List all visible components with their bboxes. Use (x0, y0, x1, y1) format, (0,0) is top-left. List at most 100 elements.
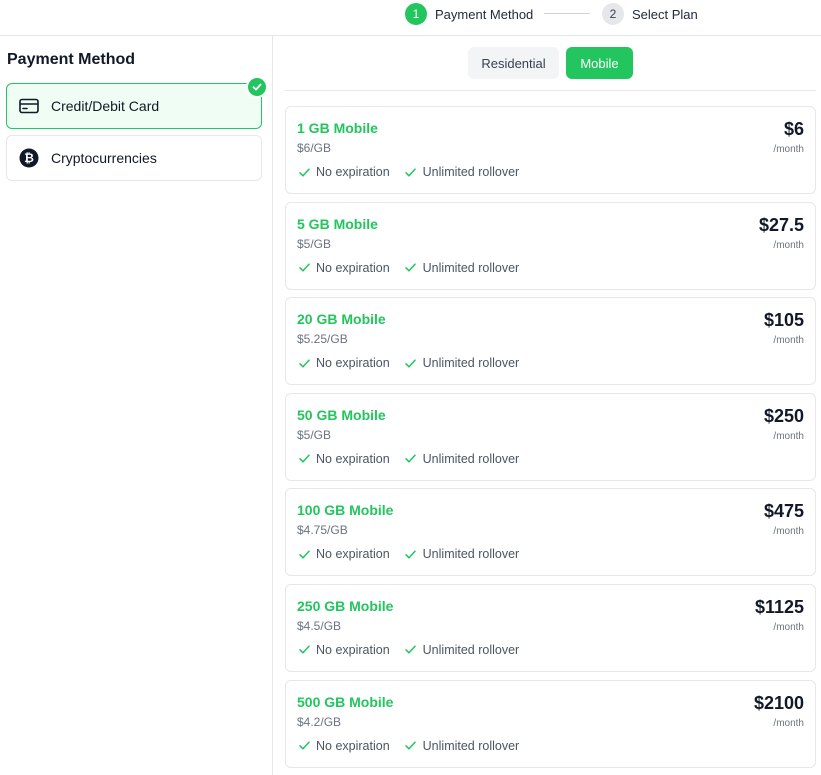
feature-text: Unlimited rollover (422, 165, 520, 179)
feature-item: No expiration (297, 643, 390, 657)
plan-features: No expiration Unlimited rollover (297, 547, 533, 561)
plan-rate: $5/GB (297, 427, 332, 442)
check-icon (297, 739, 311, 753)
plan-period: /month (773, 430, 804, 442)
feature-text: No expiration (316, 547, 390, 562)
feature-item: No expiration (297, 739, 390, 753)
check-icon (297, 452, 311, 466)
step-number: 1 (405, 3, 427, 25)
plan-name: 20 GB Mobile (297, 311, 386, 328)
step-connector (544, 13, 590, 14)
step-label: Payment Method (435, 6, 534, 22)
plan-features: No expiration Unlimited rollover (297, 356, 533, 370)
plan-name: 500 GB Mobile (297, 693, 394, 710)
feature-text: Unlimited rollover (422, 260, 520, 275)
check-icon (297, 356, 311, 370)
plan-name: 5 GB Mobile (297, 215, 378, 232)
divider (285, 90, 816, 91)
feature-text: Unlimited rollover (422, 738, 520, 753)
plan-name: 50 GB Mobile (297, 406, 386, 423)
check-icon (404, 356, 418, 370)
feature-text: Unlimited rollover (422, 451, 520, 466)
check-icon (404, 547, 418, 561)
plan-period: /month (773, 621, 804, 633)
plan-list: 1 GB Mobile $6/GB No expiration Unlimite… (285, 106, 816, 775)
feature-item: No expiration (297, 547, 390, 561)
check-icon (404, 165, 418, 179)
feature-item: Unlimited rollover (404, 356, 520, 371)
plan-card[interactable]: 5 GB Mobile $5/GB No expiration Unlimite… (285, 201, 816, 290)
plan-features: No expiration Unlimited rollover (297, 643, 533, 657)
check-icon (404, 452, 418, 466)
plan-name: 1 GB Mobile (297, 120, 378, 136)
plan-rate: $4.75/GB (297, 523, 348, 538)
plan-rate: $6/GB (297, 141, 332, 155)
feature-text: No expiration (316, 356, 390, 371)
feature-text: No expiration (316, 738, 390, 753)
plan-price: $105 (763, 310, 804, 331)
step-label: Select Plan (632, 6, 698, 22)
feature-text: No expiration (316, 260, 390, 275)
feature-item: No expiration (297, 452, 390, 466)
check-icon (404, 261, 418, 275)
payment-method-panel: Payment Method Credit/Debit Card ₿ Crypt… (0, 36, 273, 775)
plan-card[interactable]: 20 GB Mobile $5.25/GB No expiration Unli… (285, 297, 816, 386)
feature-item: No expiration (297, 165, 390, 179)
tab-residential[interactable]: Residential (468, 47, 559, 79)
plan-name: 250 GB Mobile (297, 597, 394, 614)
plan-rate: $5/GB (297, 236, 332, 251)
plan-price: $6 (783, 119, 804, 139)
selected-check-icon (246, 76, 268, 98)
plan-card[interactable]: 250 GB Mobile $4.5/GB No expiration Unli… (285, 583, 816, 672)
stepper: 1 Payment Method 2 Select Plan (0, 0, 821, 36)
payment-option-label: Cryptocurrencies (51, 150, 157, 166)
feature-text: Unlimited rollover (422, 642, 520, 657)
plan-rate: $4.2/GB (297, 714, 342, 729)
plan-card[interactable]: 50 GB Mobile $5/GB No expiration Unlimit… (285, 392, 816, 481)
feature-text: No expiration (316, 642, 390, 657)
feature-item: Unlimited rollover (404, 642, 520, 657)
plan-card[interactable]: 500 GB Mobile $4.2/GB No expiration Unli… (285, 679, 816, 768)
payment-method-title: Payment Method (7, 51, 136, 68)
tab-mobile[interactable]: Mobile (566, 47, 633, 79)
plan-price: $2100 (753, 692, 804, 713)
plan-rate: $5.25/GB (297, 332, 348, 347)
step-select-plan[interactable]: 2 Select Plan (602, 3, 698, 25)
plan-period: /month (773, 717, 804, 729)
plan-period: /month (773, 335, 804, 347)
plan-card[interactable]: 1 GB Mobile $6/GB No expiration Unlimite… (285, 106, 816, 194)
check-icon (297, 261, 311, 275)
feature-item: Unlimited rollover (404, 738, 520, 753)
feature-item: Unlimited rollover (404, 260, 520, 275)
feature-item: No expiration (297, 261, 390, 275)
payment-option-card[interactable]: Credit/Debit Card (6, 76, 268, 129)
plan-price: $250 (763, 405, 804, 426)
feature-text: No expiration (316, 451, 390, 466)
check-icon (297, 547, 311, 561)
plan-type-tabs: Residential Mobile (468, 47, 633, 79)
feature-text: Unlimited rollover (422, 356, 520, 371)
plan-features: No expiration Unlimited rollover (297, 165, 533, 179)
plan-price: $1125 (754, 596, 804, 617)
plan-features: No expiration Unlimited rollover (297, 452, 533, 466)
check-icon (404, 643, 418, 657)
plan-panel: Residential Mobile 1 GB Mobile $6/GB No … (274, 36, 821, 775)
check-icon (297, 643, 311, 657)
payment-option-crypto[interactable]: ₿ Cryptocurrencies (6, 135, 262, 181)
plan-period: /month (773, 526, 804, 538)
feature-item: Unlimited rollover (404, 165, 520, 179)
plan-features: No expiration Unlimited rollover (297, 739, 533, 753)
plan-features: No expiration Unlimited rollover (297, 261, 533, 275)
credit-card-icon (19, 96, 39, 116)
plan-price: $475 (763, 501, 804, 522)
payment-option-label: Credit/Debit Card (51, 98, 160, 114)
plan-rate: $4.5/GB (297, 618, 342, 633)
svg-text:₿: ₿ (24, 151, 34, 165)
plan-period: /month (773, 144, 804, 155)
step-number: 2 (602, 3, 624, 25)
feature-text: No expiration (316, 165, 390, 179)
plan-price: $27.5 (758, 214, 804, 235)
plan-card[interactable]: 100 GB Mobile $4.75/GB No expiration Unl… (285, 488, 816, 577)
step-payment-method[interactable]: 1 Payment Method (405, 3, 533, 25)
plan-name: 100 GB Mobile (297, 502, 394, 519)
